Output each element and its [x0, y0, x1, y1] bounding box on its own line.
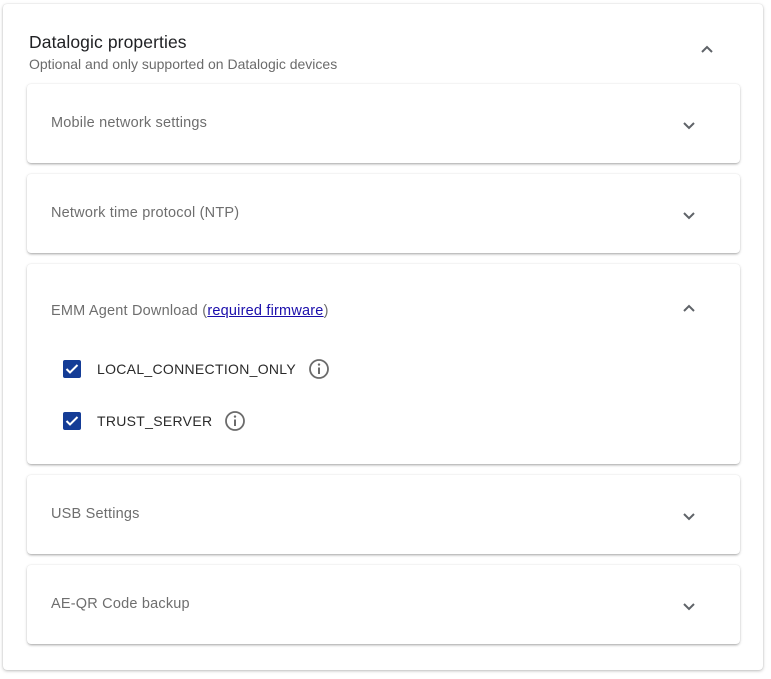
option-local-connection-only: LOCAL_CONNECTION_ONLY: [63, 357, 330, 381]
chevron-down-icon[interactable]: [682, 211, 696, 221]
panel-title-text: EMM Agent Download: [51, 303, 199, 319]
panel-usb-settings: USB Settings: [27, 475, 740, 554]
checkmark-icon: [65, 416, 79, 426]
panel-ntp: Network time protocol (NTP): [27, 174, 740, 253]
paren-close: ): [323, 303, 329, 319]
chevron-up-icon[interactable]: [682, 303, 696, 313]
panel-header-usb[interactable]: USB Settings: [27, 475, 740, 555]
panel-ae-qr-code-backup: AE-QR Code backup: [27, 565, 740, 644]
checkmark-icon: [65, 364, 79, 374]
option-label: TRUST_SERVER: [97, 413, 213, 429]
panel-header-ntp[interactable]: Network time protocol (NTP): [27, 174, 740, 254]
datalogic-properties-card: Datalogic properties Optional and only s…: [3, 4, 763, 670]
chevron-up-icon[interactable]: [700, 44, 714, 54]
panel-mobile-network-settings: Mobile network settings: [27, 84, 740, 163]
section-title: Datalogic properties: [29, 32, 187, 52]
panel-header-mobile-network[interactable]: Mobile network settings: [27, 84, 740, 164]
info-circle-icon[interactable]: [224, 410, 246, 432]
required-firmware-link[interactable]: required firmware: [207, 303, 323, 319]
panel-title: USB Settings: [51, 506, 140, 522]
panel-title: AE-QR Code backup: [51, 596, 190, 612]
paren-open: (: [198, 303, 208, 319]
panel-emm-agent-download: EMM Agent Download (required firmware) L…: [27, 264, 740, 464]
panel-header-emm-agent[interactable]: EMM Agent Download (required firmware): [27, 264, 740, 356]
option-label: LOCAL_CONNECTION_ONLY: [97, 361, 296, 377]
chevron-down-icon[interactable]: [682, 512, 696, 522]
info-circle-icon[interactable]: [308, 358, 330, 380]
panel-header-ae-qr[interactable]: AE-QR Code backup: [27, 565, 740, 645]
panel-title: EMM Agent Download (required firmware): [51, 303, 329, 319]
panel-title: Mobile network settings: [51, 115, 208, 131]
local-connection-only-checkbox[interactable]: [63, 360, 81, 378]
panel-title: Network time protocol (NTP): [51, 205, 240, 221]
chevron-down-icon[interactable]: [682, 602, 696, 612]
section-subtitle: Optional and only supported on Datalogic…: [29, 56, 338, 72]
trust-server-checkbox[interactable]: [63, 412, 81, 430]
chevron-down-icon[interactable]: [682, 121, 696, 131]
option-trust-server: TRUST_SERVER: [63, 409, 246, 433]
